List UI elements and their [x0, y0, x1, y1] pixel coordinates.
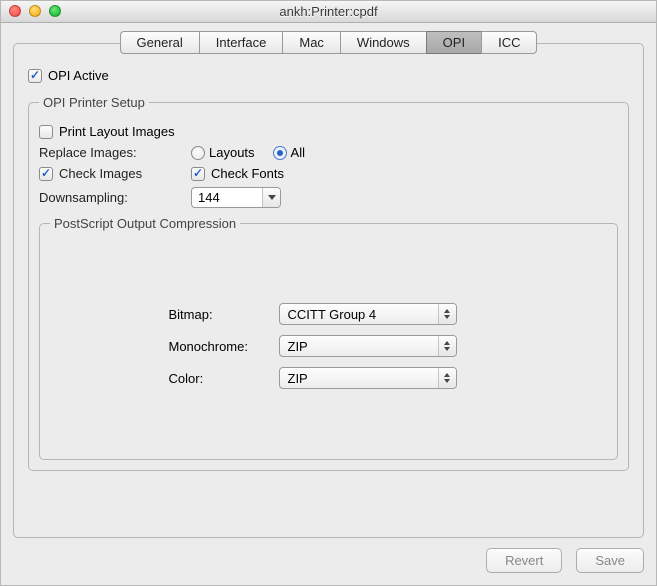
color-popup[interactable]: ZIP	[279, 367, 457, 389]
bitmap-value: CCITT Group 4	[280, 307, 438, 322]
ps-rows: Bitmap: CCITT Group 4 Monochrome:	[50, 303, 607, 389]
check-fonts-label: Check Fonts	[211, 166, 284, 181]
tab-icc[interactable]: ICC	[481, 31, 537, 54]
revert-button[interactable]: Revert	[486, 548, 562, 573]
downsampling-value: 144	[192, 190, 262, 205]
ps-compression-group: PostScript Output Compression Bitmap: CC…	[39, 216, 618, 460]
tab-mac[interactable]: Mac	[282, 31, 340, 54]
tab-general[interactable]: General	[120, 31, 199, 54]
monochrome-value: ZIP	[280, 339, 438, 354]
check-images-label: Check Images	[59, 166, 142, 181]
check-fonts-checkbox[interactable]	[191, 167, 205, 181]
monochrome-row: Monochrome: ZIP	[169, 335, 489, 357]
replace-layouts-option[interactable]: Layouts	[191, 145, 255, 160]
print-layout-images-label: Print Layout Images	[59, 124, 175, 139]
content: General Interface Mac Windows OPI ICC OP…	[1, 23, 656, 585]
monochrome-popup[interactable]: ZIP	[279, 335, 457, 357]
window: ankh:Printer:cpdf General Interface Mac …	[0, 0, 657, 586]
downsampling-label: Downsampling:	[39, 190, 191, 205]
check-row: Check Images Check Fonts	[39, 166, 618, 181]
opi-active-checkbox[interactable]	[28, 69, 42, 83]
opi-active-label: OPI Active	[48, 68, 109, 83]
close-icon[interactable]	[9, 5, 21, 17]
color-updown-icon[interactable]	[438, 368, 456, 388]
downsampling-combo[interactable]: 144	[191, 187, 281, 208]
opi-setup-legend: OPI Printer Setup	[39, 95, 149, 110]
print-layout-images-checkbox[interactable]	[39, 125, 53, 139]
replace-all-radio[interactable]	[273, 146, 287, 160]
minimize-icon[interactable]	[29, 5, 41, 17]
tab-interface[interactable]: Interface	[199, 31, 283, 54]
check-images-checkbox[interactable]	[39, 167, 53, 181]
print-layout-images-row: Print Layout Images	[39, 124, 618, 139]
monochrome-updown-icon[interactable]	[438, 336, 456, 356]
bitmap-row: Bitmap: CCITT Group 4	[169, 303, 489, 325]
replace-layouts-label: Layouts	[209, 145, 255, 160]
panel-opi: OPI Active OPI Printer Setup Print Layou…	[13, 43, 644, 538]
ps-compression-legend: PostScript Output Compression	[50, 216, 240, 231]
color-label: Color:	[169, 371, 279, 386]
opi-active-row: OPI Active	[28, 68, 629, 83]
tab-opi[interactable]: OPI	[426, 31, 481, 54]
save-button[interactable]: Save	[576, 548, 644, 573]
bitmap-label: Bitmap:	[169, 307, 279, 322]
monochrome-label: Monochrome:	[169, 339, 279, 354]
downsampling-row: Downsampling: 144	[39, 187, 618, 208]
color-value: ZIP	[280, 371, 438, 386]
bitmap-popup[interactable]: CCITT Group 4	[279, 303, 457, 325]
zoom-icon[interactable]	[49, 5, 61, 17]
replace-all-label: All	[291, 145, 305, 160]
tab-bar: General Interface Mac Windows OPI ICC	[13, 31, 644, 54]
opi-setup-group: OPI Printer Setup Print Layout Images Re…	[28, 95, 629, 471]
replace-images-row: Replace Images: Layouts All	[39, 145, 618, 160]
replace-images-label: Replace Images:	[39, 145, 191, 160]
bitmap-updown-icon[interactable]	[438, 304, 456, 324]
footer: Revert Save	[13, 548, 644, 573]
chevron-down-icon[interactable]	[262, 188, 280, 207]
color-row: Color: ZIP	[169, 367, 489, 389]
replace-all-option[interactable]: All	[273, 145, 305, 160]
titlebar: ankh:Printer:cpdf	[1, 1, 656, 23]
traffic-lights	[9, 5, 61, 17]
window-title: ankh:Printer:cpdf	[279, 4, 377, 19]
replace-layouts-radio[interactable]	[191, 146, 205, 160]
tab-windows[interactable]: Windows	[340, 31, 426, 54]
